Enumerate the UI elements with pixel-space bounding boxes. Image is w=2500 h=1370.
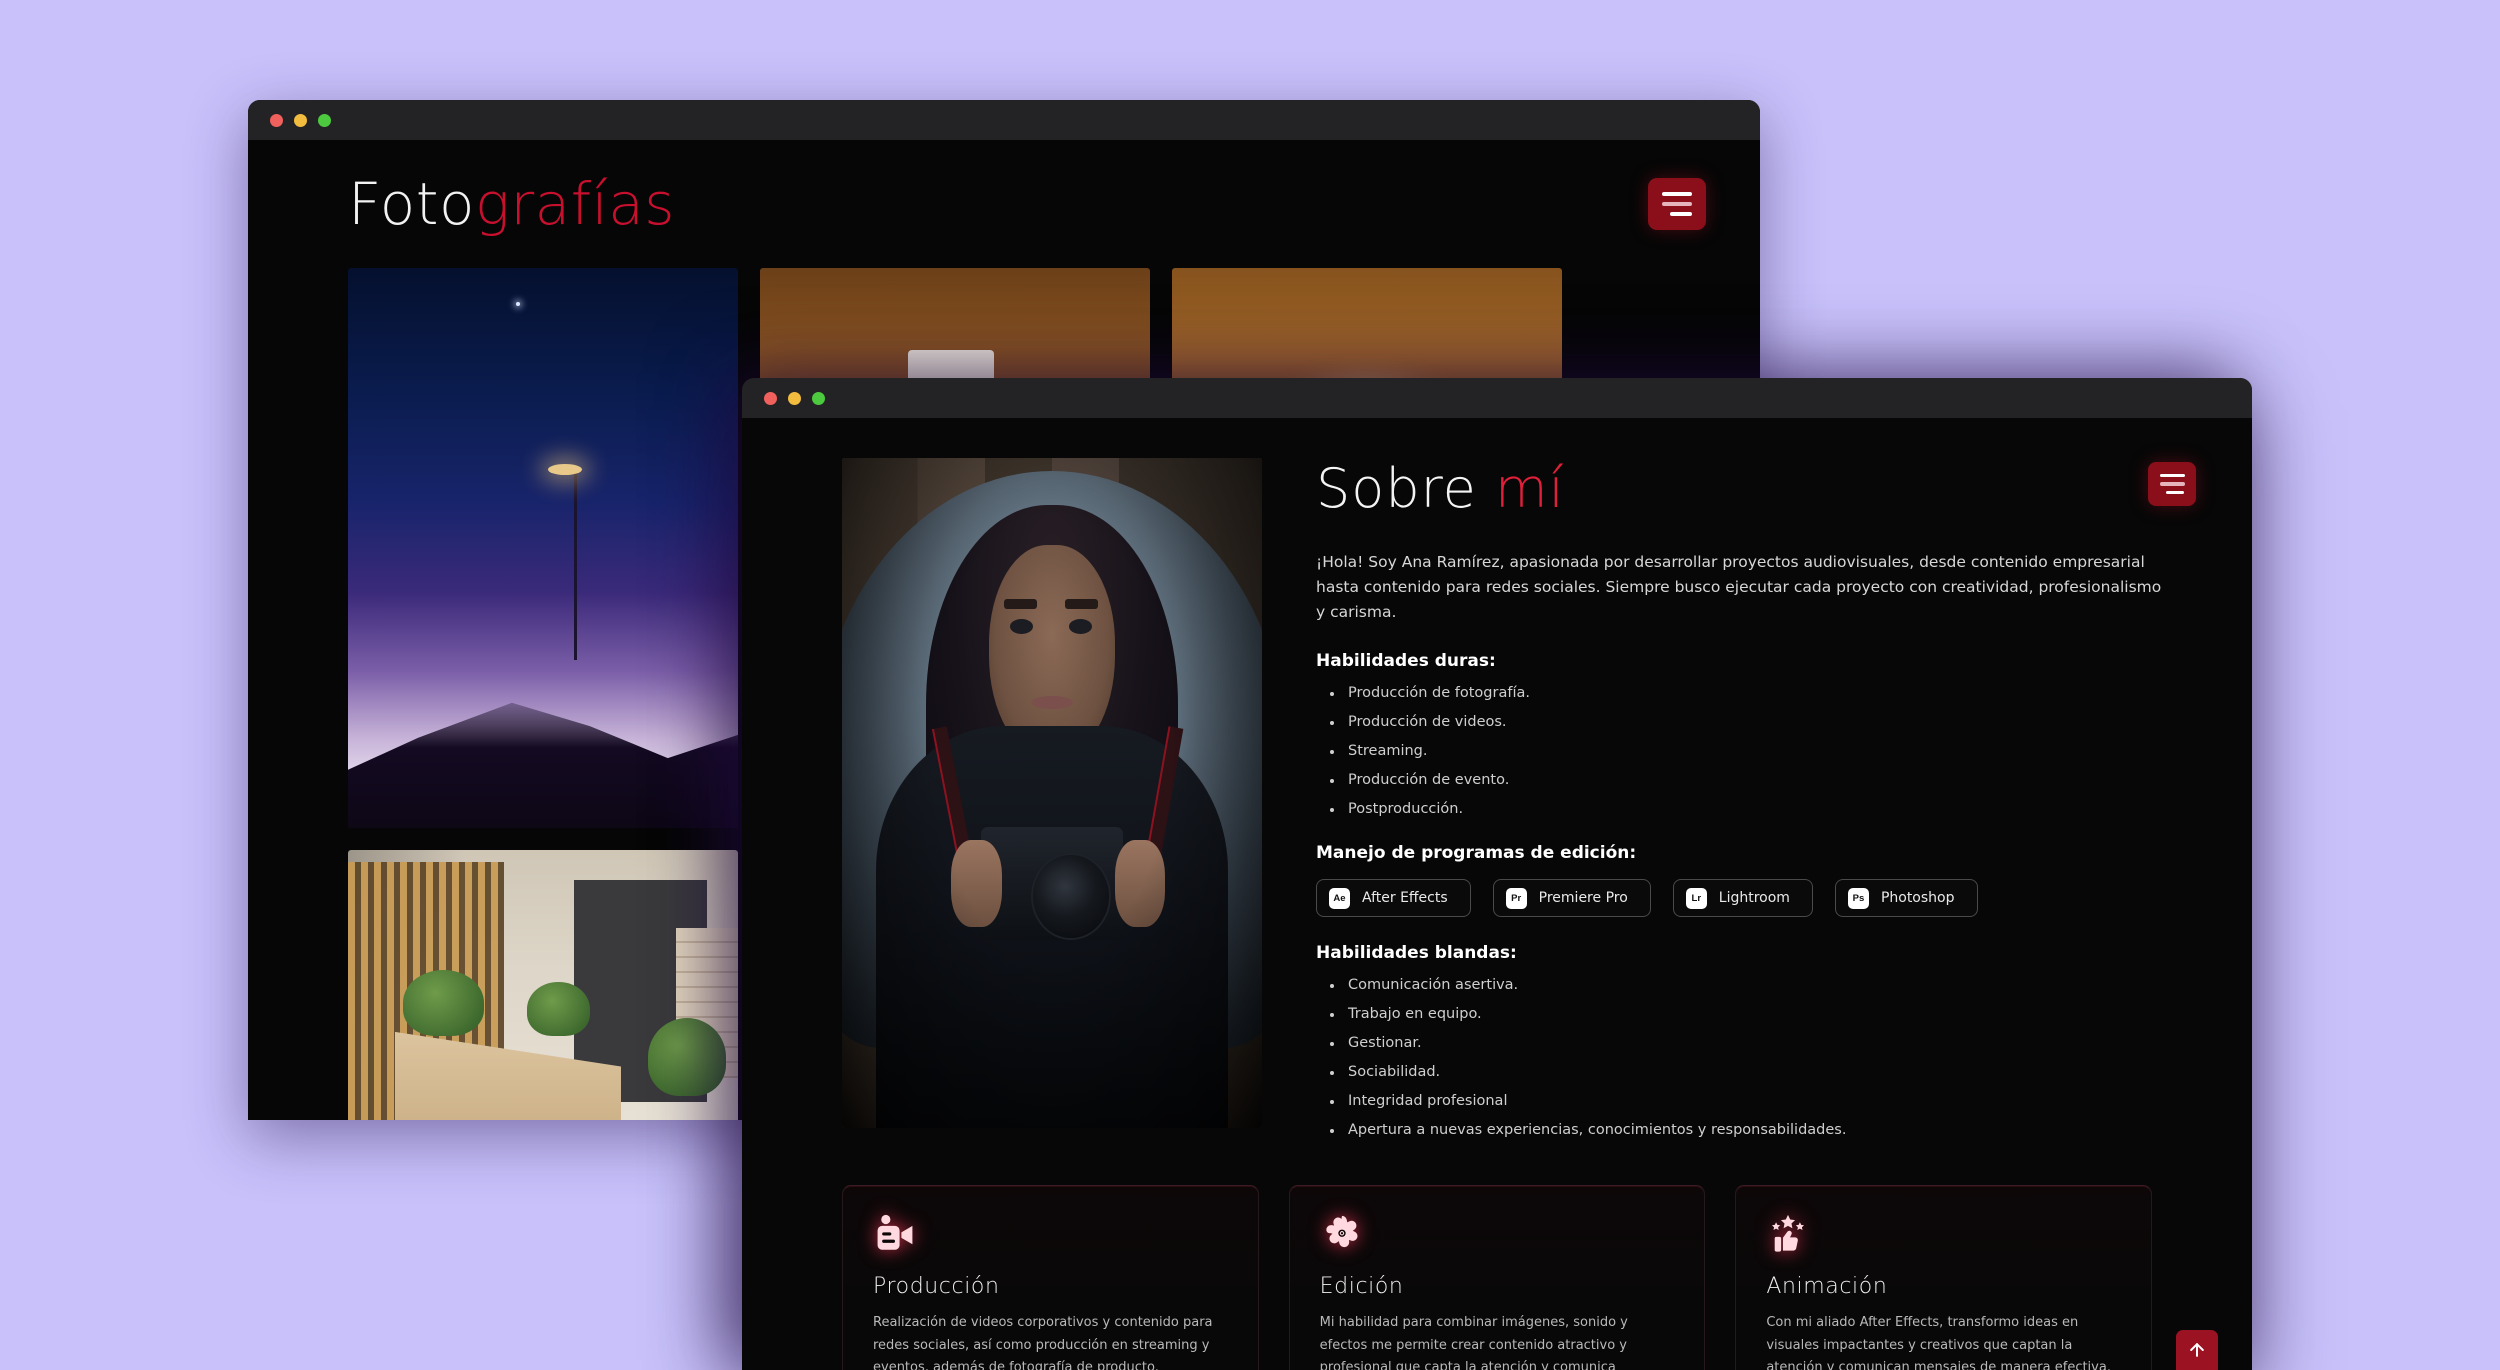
page-title: Sobre mí [1316,462,1565,516]
card-title: Producción [873,1274,1000,1300]
hamburger-line-1 [2159,473,2185,478]
program-label: After Effects [1362,890,1448,907]
about-section: Sobre mí ¡Hola! Soy Ana Ramírez, apasion… [742,418,2252,1151]
list-item: Gestionar. [1330,1035,2196,1051]
gear-icon [1320,1214,1364,1256]
program-label: Premiere Pro [1538,890,1628,907]
gallery-column-left [348,268,738,1120]
list-item: Producción de videos. [1330,714,2196,730]
list-item: Producción de evento. [1330,772,2196,788]
arrow-up-icon [2190,1343,2204,1357]
list-item: Comunicación asertiva. [1330,977,2196,993]
program-badge-photoshop[interactable]: Ps Photoshop [1834,879,1978,918]
program-label: Lightroom [1718,890,1790,907]
photoshop-icon: Ps [1847,887,1869,909]
page-title-red: mí [1495,457,1565,520]
profile-portrait-photo [842,458,1262,1128]
after-effects-icon: Ae [1329,887,1350,909]
front-window-titlebar[interactable] [742,378,2252,418]
card-title: Edición [1319,1274,1404,1300]
list-item: Streaming. [1330,743,2196,759]
thumbs-up-stars-icon [1766,1214,1810,1256]
plant-decoration [648,1018,727,1096]
front-window-content: Sobre mí ¡Hola! Soy Ana Ramírez, apasion… [742,418,2252,1370]
card-title: Animación [1766,1274,1888,1300]
streetlamp-decoration [548,463,583,660]
list-item: Postproducción. [1330,801,2196,817]
hamburger-menu-icon[interactable] [1648,178,1706,230]
scroll-to-top-button[interactable] [2176,1330,2218,1370]
maximize-button[interactable] [318,113,331,127]
service-card-produccion[interactable]: Producción Realización de videos corpora… [842,1185,1259,1370]
logo-text-red: grafías [475,170,676,238]
minimize-button[interactable] [788,391,801,405]
star-decoration [515,301,520,306]
premiere-pro-icon: Pr [1505,887,1527,909]
video-camera-icon [873,1214,917,1256]
service-card-animacion[interactable]: Animación Con mi aliado After Effects, t… [1735,1185,2153,1370]
soft-skills-heading: Habilidades blandas: [1316,943,1517,964]
back-window-titlebar[interactable] [248,100,1760,140]
gallery-photo-night-street[interactable] [348,268,738,828]
service-card-edicion[interactable]: Edición Mi habilidad para combinar imáge… [1288,1185,1706,1370]
list-item: Apertura a nuevas experiencias, conocimi… [1330,1122,2196,1138]
programs-heading: Manejo de programas de edición: [1316,843,1637,864]
card-description: Mi habilidad para combinar imágenes, son… [1319,1315,1628,1370]
minimize-button[interactable] [294,113,307,127]
program-label: Photoshop [1880,890,1955,907]
about-heading-row: Sobre mí [1316,462,2196,516]
hamburger-menu-icon[interactable] [2148,462,2196,506]
hard-skills-list: Producción de fotografía. Producción de … [1316,685,2196,817]
services-card-row: Producción Realización de videos corpora… [742,1185,2252,1370]
site-header: Fotografías [248,140,1760,268]
hamburger-line-2 [1662,202,1692,206]
hamburger-line-3 [1670,212,1692,216]
hamburger-line-1 [1662,192,1692,196]
hard-skills-heading: Habilidades duras: [1316,651,1496,672]
list-item: Producción de fotografía. [1330,685,2196,701]
list-item: Sociabilidad. [1330,1064,2196,1080]
card-description: Realización de videos corporativos y con… [873,1315,1213,1370]
hamburger-line-2 [2159,482,2185,486]
list-item: Integridad profesional [1330,1093,2196,1109]
about-text-column: Sobre mí ¡Hola! Soy Ana Ramírez, apasion… [1316,458,2196,1151]
page-title-white: Sobre [1316,457,1477,520]
intro-paragraph: ¡Hola! Soy Ana Ramírez, apasionada por d… [1316,553,2162,622]
close-button[interactable] [764,391,777,405]
lightroom-icon: Lr [1685,887,1707,909]
site-logo[interactable]: Fotografías [348,175,675,233]
front-browser-window[interactable]: Sobre mí ¡Hola! Soy Ana Ramírez, apasion… [742,378,2252,1370]
logo-text-white: Foto [348,170,476,238]
close-button[interactable] [270,113,283,127]
maximize-button[interactable] [812,391,825,405]
hamburger-line-3 [2166,490,2184,495]
programs-badge-row: Ae After Effects Pr Premiere Pro Lr Ligh… [1316,879,2196,918]
program-badge-lightroom[interactable]: Lr Lightroom [1672,879,1813,918]
vignette-decoration [842,458,1262,1128]
program-badge-after-effects[interactable]: Ae After Effects [1316,879,1471,918]
card-description: Con mi aliado After Effects, transformo … [1766,1315,2111,1370]
gallery-photo-office-lobby[interactable] [348,850,738,1120]
plant-decoration [402,970,485,1036]
soft-skills-list: Comunicación asertiva. Trabajo en equipo… [1316,977,2196,1138]
program-badge-premiere-pro[interactable]: Pr Premiere Pro [1492,879,1651,918]
plant-decoration [527,982,590,1036]
list-item: Trabajo en equipo. [1330,1006,2196,1022]
